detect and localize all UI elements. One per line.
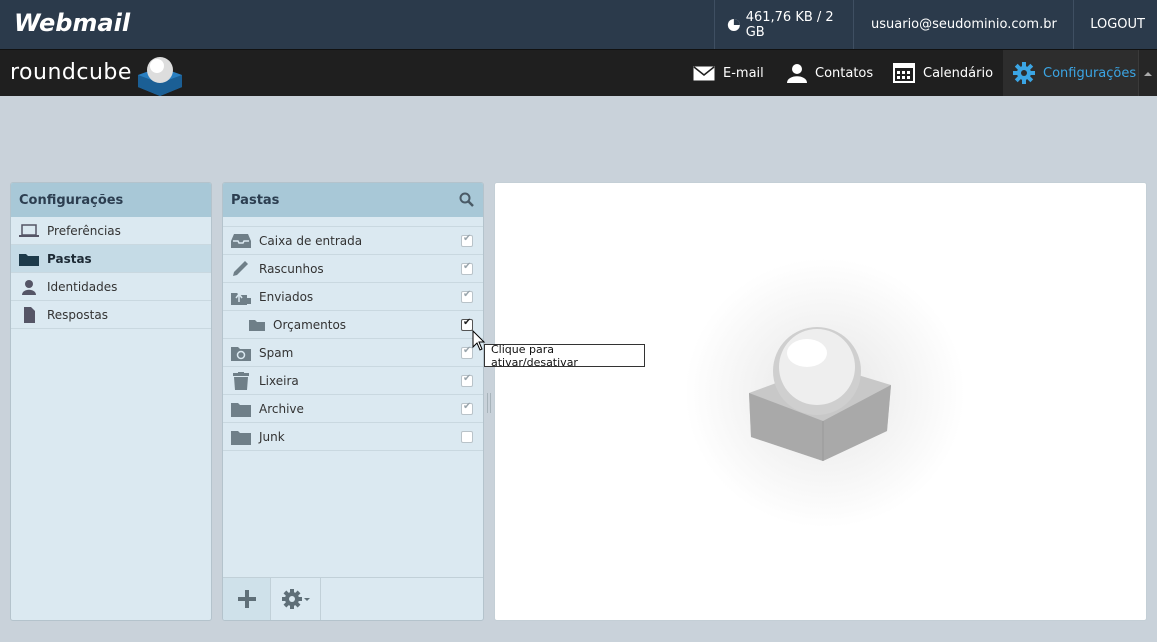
settings-item-folders[interactable]: Pastas	[11, 245, 211, 273]
calendar-icon	[893, 63, 915, 83]
sent-icon	[231, 292, 251, 305]
folder-row-orcamentos[interactable]: Orçamentos	[223, 311, 483, 339]
folder-row-trash[interactable]: Lixeira	[223, 367, 483, 395]
content-panel	[494, 182, 1147, 621]
search-icon[interactable]	[459, 192, 474, 207]
folder-actions-button[interactable]	[271, 578, 321, 620]
roundcube-logo: roundcube	[10, 60, 132, 85]
roundcube-watermark-icon	[685, 258, 965, 528]
person-icon	[22, 279, 36, 295]
folder-row-sent[interactable]: Enviados	[223, 283, 483, 311]
settings-item-label: Respostas	[47, 307, 108, 322]
quota-text: 461,76 KB / 2 GB	[745, 9, 834, 40]
nav-contacts[interactable]: Contatos	[787, 50, 873, 96]
subscribe-checkbox[interactable]	[461, 401, 473, 415]
quota-indicator: 461,76 KB / 2 GB	[714, 0, 853, 49]
folder-label: Archive	[259, 401, 304, 416]
gear-icon	[281, 589, 310, 609]
nav-calendar[interactable]: Calendário	[893, 50, 993, 96]
webmail-topbar: Webmail 461,76 KB / 2 GB usuario@seudomi…	[0, 0, 1157, 49]
folders-panel-title: Pastas	[223, 183, 483, 217]
nav-email-label: E-mail	[723, 65, 764, 81]
folder-icon	[231, 430, 251, 445]
subscribe-checkbox[interactable]	[461, 289, 473, 303]
plus-icon	[237, 590, 256, 608]
webmail-logo: Webmail	[14, 9, 131, 37]
folder-icon	[249, 319, 265, 331]
logout-button[interactable]: LOGOUT	[1073, 0, 1157, 49]
document-icon	[24, 306, 35, 323]
folder-label: Rascunhos	[259, 261, 324, 276]
folder-row-drafts[interactable]: Rascunhos	[223, 255, 483, 283]
nav-settings-label: Configurações	[1043, 65, 1137, 81]
nav-settings[interactable]: Configurações	[1003, 50, 1138, 96]
folder-row-junk[interactable]: Junk	[223, 423, 483, 451]
folder-label: Spam	[259, 345, 294, 360]
laptop-icon	[19, 223, 39, 237]
settings-item-identities[interactable]: Identidades	[11, 273, 211, 301]
pie-chart-icon	[727, 18, 740, 31]
user-menu[interactable]: usuario@seudominio.com.br	[853, 0, 1073, 49]
subscribe-checkbox[interactable]	[461, 233, 473, 247]
user-email: usuario@seudominio.com.br	[871, 17, 1057, 32]
mouse-cursor-icon	[472, 330, 486, 351]
folders-panel: Pastas Caixa de entrada Rascunhos Enviad…	[222, 182, 484, 621]
settings-panel: Configurações Preferências Pastas Identi…	[10, 182, 212, 621]
subscribe-checkbox[interactable]	[461, 431, 473, 443]
nav-contacts-label: Contatos	[815, 65, 874, 81]
folder-icon	[19, 253, 39, 266]
spam-icon	[231, 346, 251, 361]
folders-footer	[223, 577, 483, 620]
folder-label: Orçamentos	[273, 317, 347, 332]
folder-label: Lixeira	[259, 373, 299, 388]
folder-row-spam[interactable]: Spam	[223, 339, 483, 367]
logout-label: LOGOUT	[1090, 17, 1145, 32]
folder-list: Caixa de entrada Rascunhos Enviados Orça…	[223, 226, 483, 451]
pencil-icon	[233, 260, 248, 276]
panel-splitter[interactable]	[487, 393, 491, 413]
subscribe-checkbox[interactable]	[461, 373, 473, 387]
nav-email[interactable]: E-mail	[693, 50, 764, 96]
subscribe-checkbox[interactable]	[461, 261, 473, 275]
nav-scroll-button[interactable]	[1138, 50, 1157, 96]
settings-list: Preferências Pastas Identidades Resposta…	[11, 217, 211, 329]
folder-label: Caixa de entrada	[259, 233, 363, 248]
tooltip: Clique para ativar/desativar	[484, 343, 645, 369]
person-icon	[787, 64, 807, 83]
envelope-icon	[693, 65, 715, 80]
settings-item-label: Identidades	[47, 279, 118, 294]
folder-row-inbox[interactable]: Caixa de entrada	[223, 227, 483, 255]
add-folder-button[interactable]	[223, 578, 271, 620]
roundcube-logo-icon	[138, 57, 182, 96]
settings-item-label: Pastas	[47, 251, 92, 266]
nav-calendar-label: Calendário	[923, 65, 994, 81]
folder-label: Junk	[259, 429, 285, 444]
settings-item-preferences[interactable]: Preferências	[11, 217, 211, 245]
folder-row-archive[interactable]: Archive	[223, 395, 483, 423]
settings-item-responses[interactable]: Respostas	[11, 301, 211, 329]
folder-icon	[231, 402, 251, 417]
settings-item-label: Preferências	[47, 223, 121, 238]
folder-label: Enviados	[259, 289, 314, 304]
roundcube-navbar: roundcube E-mail Contatos Calendário Con…	[0, 49, 1157, 96]
inbox-icon	[231, 233, 251, 248]
trash-icon	[233, 371, 249, 390]
gear-icon	[1013, 62, 1035, 84]
settings-panel-title: Configurações	[11, 183, 211, 217]
